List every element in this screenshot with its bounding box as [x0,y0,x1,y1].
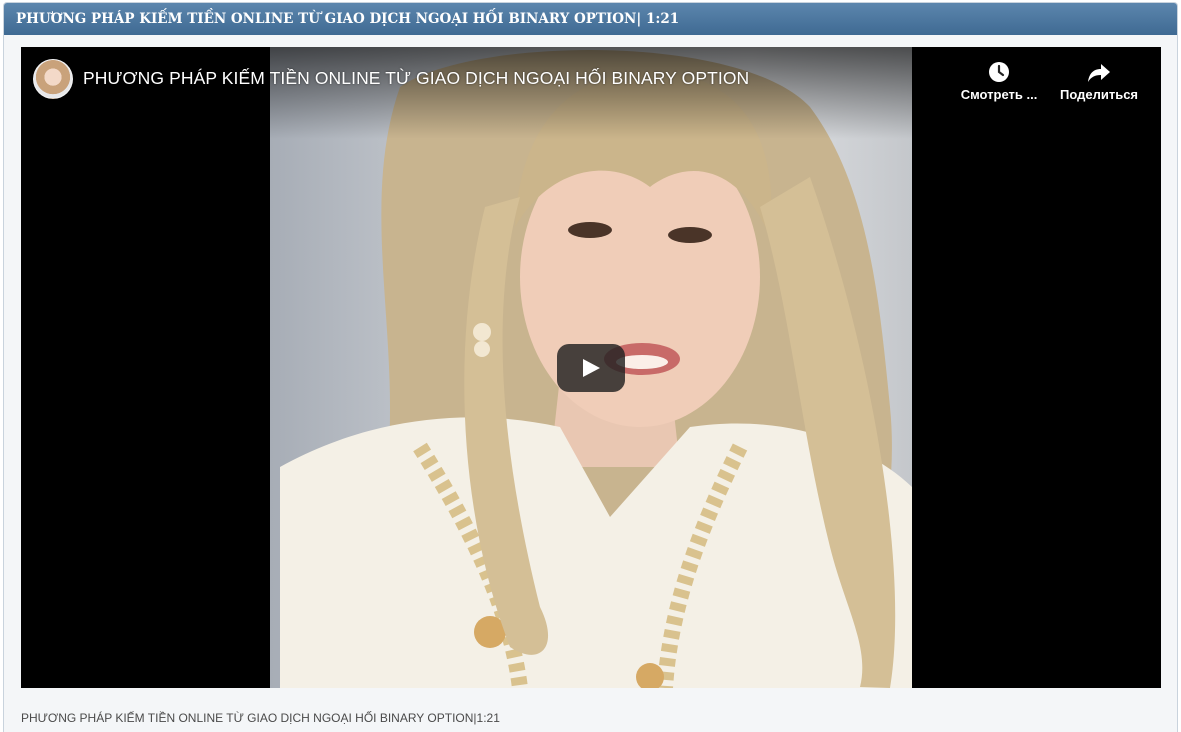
share-label: Поделиться [1059,87,1139,102]
video-title[interactable]: PHƯƠNG PHÁP KIẾM TIỀN ONLINE TỪ GIAO DỊC… [83,68,749,89]
panel-title: PHƯƠNG PHÁP KIẾM TIỀN ONLINE TỪ GIAO DỊC… [4,3,1177,35]
video-panel: PHƯƠNG PHÁP KIẾM TIỀN ONLINE TỪ GIAO DỊC… [3,2,1178,732]
channel-avatar[interactable] [33,59,73,99]
video-caption: PHƯƠNG PHÁP KIẾM TIỀN ONLINE TỪ GIAO DỊC… [21,711,500,725]
share-button[interactable]: Поделиться [1049,61,1149,102]
play-button[interactable] [557,344,625,392]
watch-later-button[interactable]: Смотреть ... [949,61,1049,102]
share-arrow-icon [1088,64,1110,82]
clock-icon [989,62,1009,82]
play-icon [583,359,600,377]
watch-later-label: Смотреть ... [960,87,1038,102]
video-player[interactable]: PHƯƠNG PHÁP KIẾM TIỀN ONLINE TỪ GIAO DỊC… [21,47,1161,688]
